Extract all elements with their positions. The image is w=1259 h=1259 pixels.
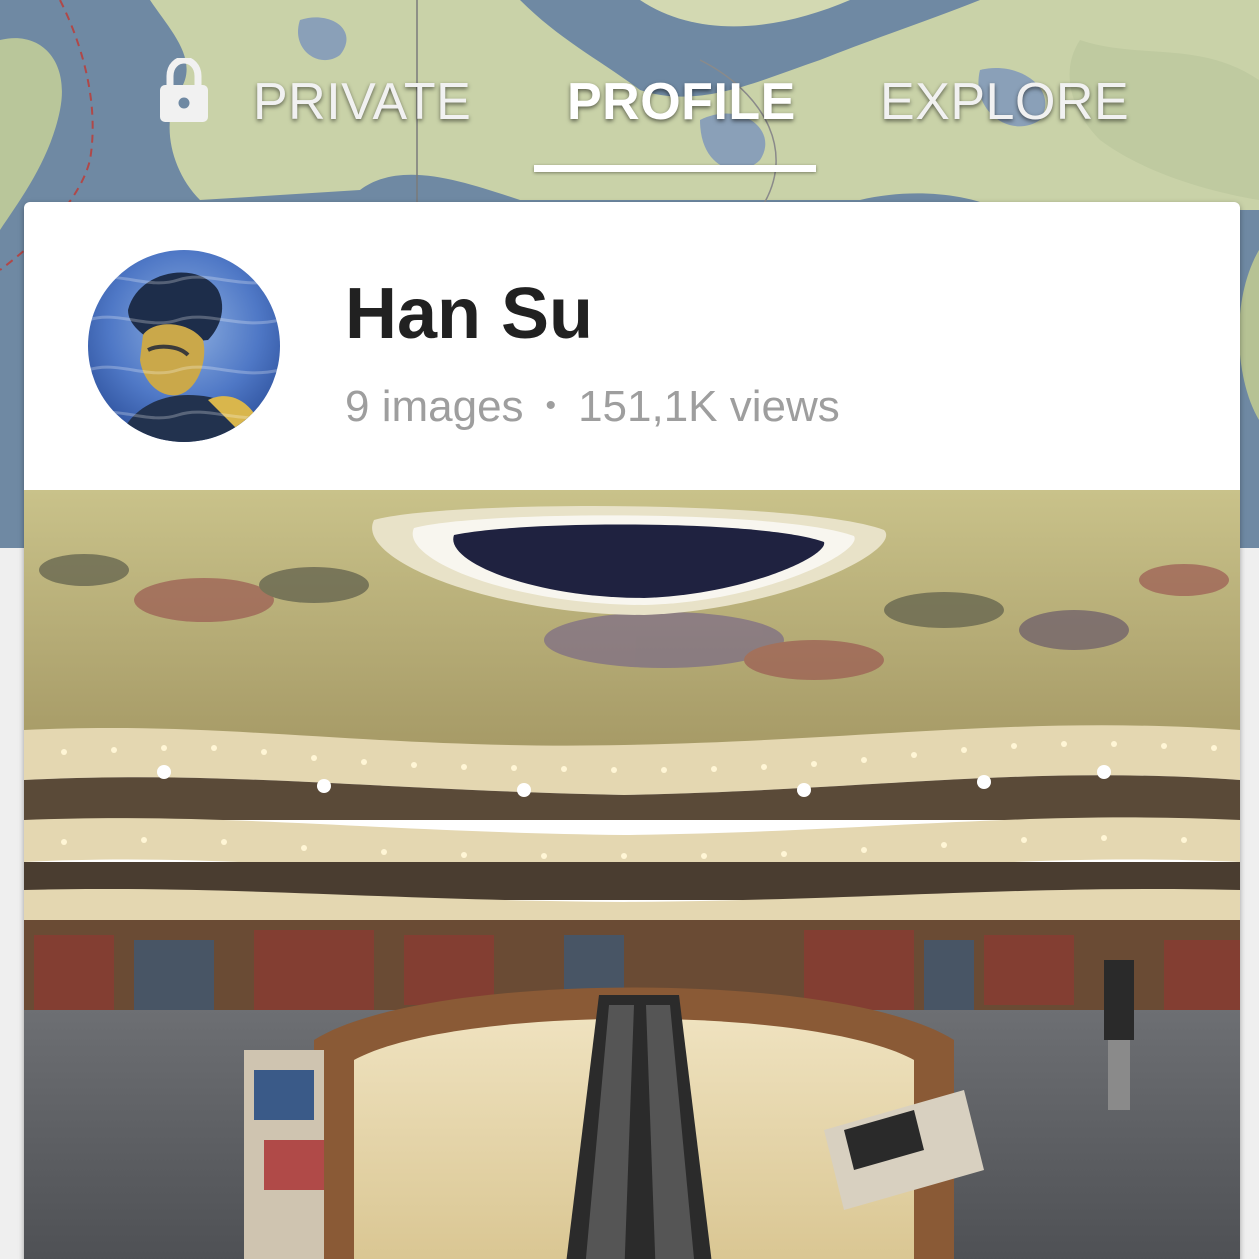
- stats-separator: •: [545, 389, 557, 422]
- active-tab-indicator: [534, 165, 816, 172]
- images-count: 9 images: [345, 382, 524, 431]
- views-count: 151,1K views: [578, 382, 840, 431]
- tab-profile[interactable]: PROFILE: [567, 70, 796, 134]
- tab-private[interactable]: PRIVATE: [253, 70, 471, 134]
- lock-icon[interactable]: [158, 58, 210, 124]
- panorama-image[interactable]: [24, 490, 1240, 1259]
- avatar[interactable]: [88, 250, 280, 442]
- top-tab-bar: PRIVATE PROFILE EXPLORE: [0, 0, 1259, 175]
- profile-stats: 9 images • 151,1K views: [345, 378, 840, 435]
- tab-explore[interactable]: EXPLORE: [880, 70, 1129, 134]
- profile-card: Han Su 9 images • 151,1K views: [24, 202, 1240, 1259]
- profile-name: Han Su: [345, 274, 594, 354]
- app-screen: PRIVATE PROFILE EXPLORE Han Su 9 images …: [0, 0, 1259, 1259]
